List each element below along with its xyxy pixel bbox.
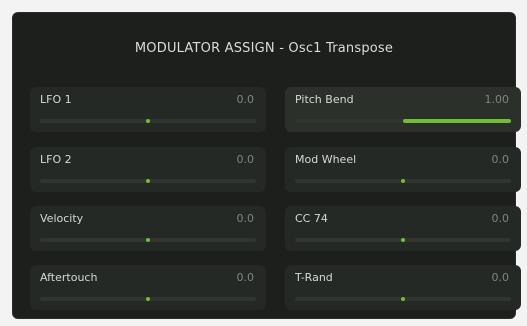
mod-slot-velocity[interactable]: Velocity 0.0 — [30, 206, 266, 251]
mod-slot-value: 0.0 — [236, 271, 255, 284]
mod-slot-t-rand[interactable]: T-Rand 0.0 — [285, 265, 521, 310]
slider-fill — [403, 119, 511, 123]
mod-slot-value: 0.0 — [491, 153, 510, 166]
mod-amount-slider[interactable] — [295, 238, 511, 242]
slider-center-dot — [146, 119, 150, 123]
modulator-assign-panel: MODULATOR ASSIGN - Osc1 Transpose LFO 1 … — [12, 12, 521, 319]
mod-slot-label: T-Rand — [295, 271, 333, 284]
mod-slot-lfo1[interactable]: LFO 1 0.0 — [30, 87, 266, 132]
mod-slot-label: Aftertouch — [40, 271, 98, 284]
slider-center-dot — [401, 297, 405, 301]
mod-slot-value: 0.0 — [491, 212, 510, 225]
mod-slot-label: CC 74 — [295, 212, 328, 225]
mod-slot-label: LFO 1 — [40, 93, 72, 106]
slider-center-dot — [401, 179, 405, 183]
mod-amount-slider[interactable] — [295, 119, 511, 123]
mod-amount-slider[interactable] — [40, 119, 256, 123]
mod-slot-cc74[interactable]: CC 74 0.0 — [285, 206, 521, 251]
panel-title: MODULATOR ASSIGN - Osc1 Transpose — [134, 41, 394, 56]
mod-slot-label: LFO 2 — [40, 153, 72, 166]
mod-amount-slider[interactable] — [40, 297, 256, 301]
slider-center-dot — [146, 179, 150, 183]
mod-slot-value: 0.0 — [236, 93, 255, 106]
mod-slot-value: 0.0 — [236, 153, 255, 166]
slider-center-dot — [401, 238, 405, 242]
mod-slot-label: Mod Wheel — [295, 153, 357, 166]
mod-slot-value: 0.0 — [491, 271, 510, 284]
mod-slot-value: 1.00 — [484, 93, 510, 106]
mod-slot-mod-wheel[interactable]: Mod Wheel 0.0 — [285, 147, 521, 192]
mod-slot-pitch-bend[interactable]: Pitch Bend 1.00 — [285, 87, 521, 132]
mod-amount-slider[interactable] — [40, 238, 256, 242]
mod-slot-value: 0.0 — [236, 212, 255, 225]
mod-slot-lfo2[interactable]: LFO 2 0.0 — [30, 147, 266, 192]
mod-amount-slider[interactable] — [295, 297, 511, 301]
mod-slot-label: Pitch Bend — [295, 93, 354, 106]
mod-slot-aftertouch[interactable]: Aftertouch 0.0 — [30, 265, 266, 310]
slider-center-dot — [146, 238, 150, 242]
mod-amount-slider[interactable] — [40, 179, 256, 183]
mod-amount-slider[interactable] — [295, 179, 511, 183]
mod-slot-label: Velocity — [40, 212, 84, 225]
slider-center-dot — [146, 297, 150, 301]
